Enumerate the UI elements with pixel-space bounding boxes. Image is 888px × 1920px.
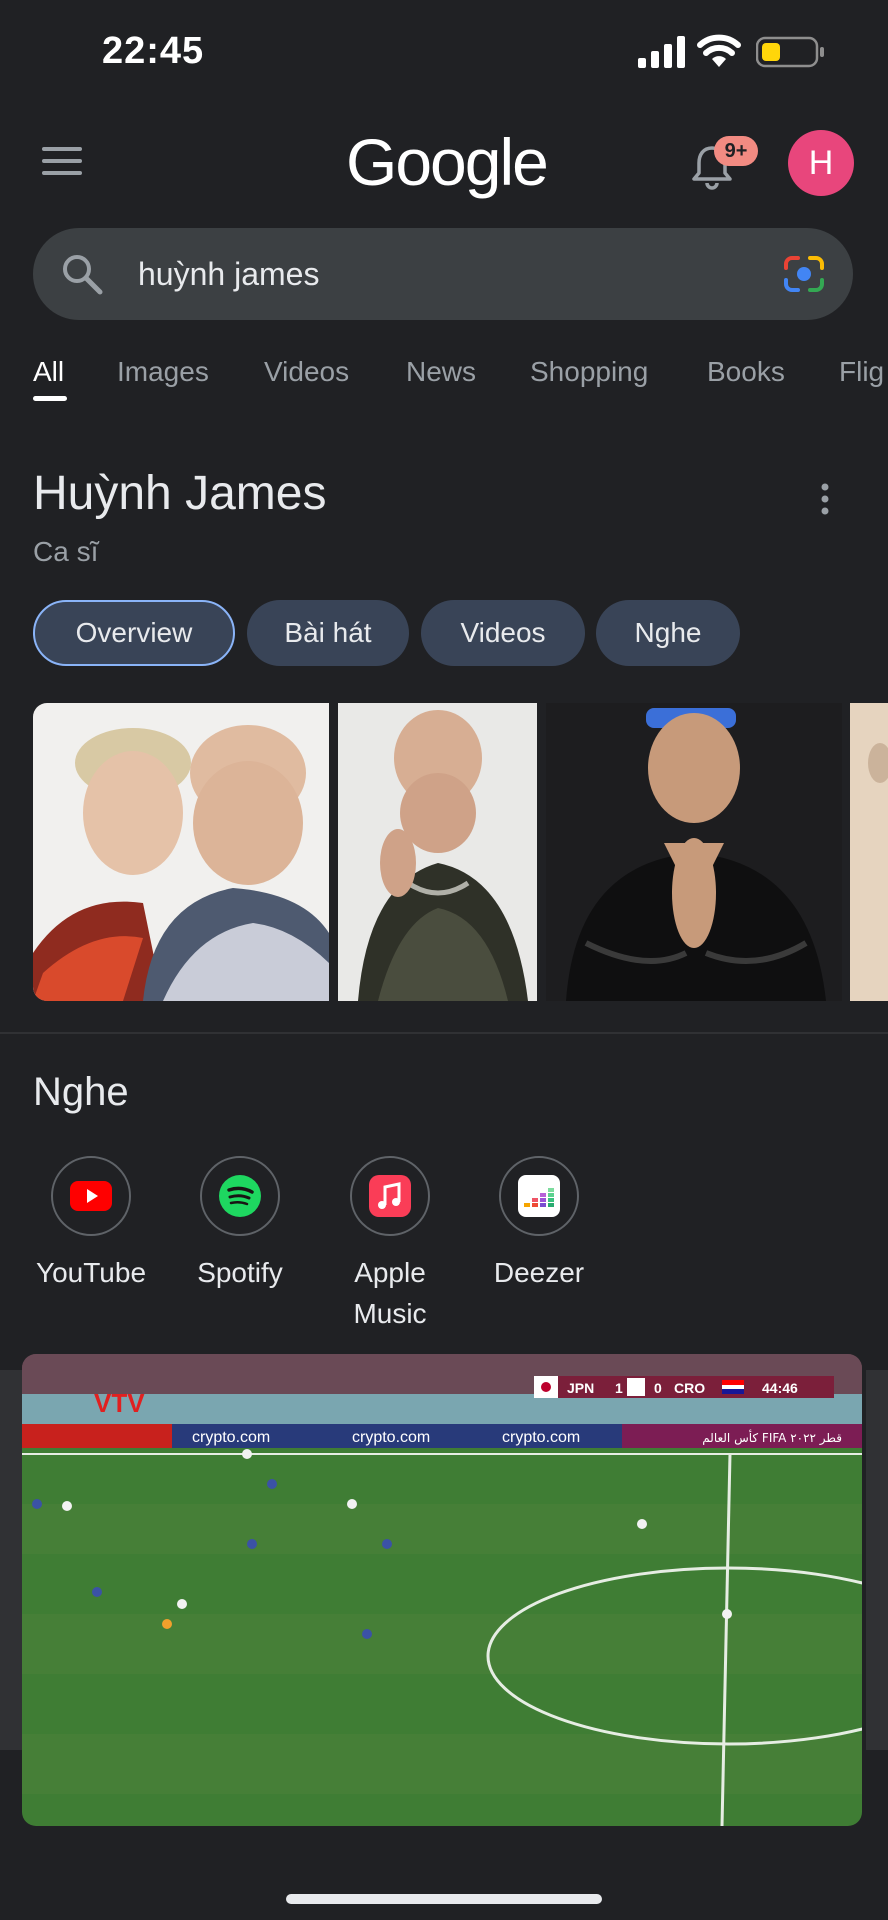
background-panel bbox=[0, 1370, 22, 1750]
ad-board-text: crypto.com bbox=[192, 1429, 270, 1446]
menu-icon[interactable] bbox=[42, 146, 82, 176]
active-tab-indicator bbox=[33, 396, 67, 401]
score-team1: JPN bbox=[567, 1380, 594, 1396]
tab-news[interactable]: News bbox=[406, 356, 476, 388]
more-options-icon[interactable] bbox=[812, 482, 838, 516]
video-player[interactable]: crypto.com crypto.com crypto.com كأس الع… bbox=[22, 1354, 862, 1826]
apple-music-icon bbox=[350, 1156, 430, 1236]
service-label: Spotify bbox=[197, 1257, 283, 1288]
service-deezer[interactable]: Deezer bbox=[469, 1156, 609, 1293]
ad-board-text: crypto.com bbox=[352, 1429, 430, 1446]
entity-title: Huỳnh James bbox=[33, 467, 327, 520]
score-team2: CRO bbox=[674, 1380, 705, 1396]
entity-image-2[interactable] bbox=[338, 703, 537, 1001]
score-value2: 0 bbox=[654, 1380, 662, 1396]
tab-videos[interactable]: Videos bbox=[264, 356, 349, 388]
battery-icon bbox=[756, 36, 824, 68]
youtube-icon bbox=[51, 1156, 131, 1236]
section-divider bbox=[0, 1032, 888, 1034]
tab-images[interactable]: Images bbox=[117, 356, 209, 388]
channel-logo: VTV bbox=[94, 1388, 145, 1418]
listen-section-title: Nghe bbox=[33, 1070, 129, 1114]
google-logo[interactable]: Google bbox=[346, 124, 549, 200]
service-label: Apple Music bbox=[353, 1257, 427, 1329]
score-clock: 44:46 bbox=[762, 1380, 798, 1396]
tab-flights[interactable]: Flig bbox=[839, 356, 888, 388]
chip-videos[interactable]: Videos bbox=[421, 600, 585, 666]
tab-books[interactable]: Books bbox=[707, 356, 785, 388]
score-value1: 1 bbox=[615, 1380, 623, 1396]
google-lens-icon[interactable] bbox=[782, 254, 826, 294]
notification-badge: 9+ bbox=[714, 136, 758, 166]
background-panel bbox=[866, 1370, 888, 1750]
search-query-text[interactable]: huỳnh james bbox=[138, 256, 319, 293]
spotify-icon bbox=[200, 1156, 280, 1236]
ad-board-text: crypto.com bbox=[502, 1429, 580, 1446]
chip-nghe[interactable]: Nghe bbox=[596, 600, 740, 666]
signal-icon bbox=[638, 36, 685, 68]
deezer-icon bbox=[499, 1156, 579, 1236]
home-indicator[interactable] bbox=[286, 1894, 602, 1904]
wifi-icon bbox=[697, 34, 741, 67]
service-apple-music[interactable]: Apple Music bbox=[320, 1156, 460, 1334]
entity-image-1[interactable] bbox=[33, 703, 329, 1001]
tab-all[interactable]: All bbox=[33, 356, 64, 388]
service-label: Deezer bbox=[493, 1257, 585, 1288]
entity-image-4[interactable] bbox=[850, 703, 888, 1001]
account-avatar[interactable]: H bbox=[788, 130, 854, 196]
search-icon bbox=[63, 255, 103, 295]
status-time: 22:45 bbox=[102, 30, 205, 72]
service-youtube[interactable]: YouTube bbox=[21, 1156, 161, 1293]
service-label: YouTube bbox=[35, 1257, 147, 1288]
chip-overview[interactable]: Overview bbox=[33, 600, 235, 666]
tab-shopping[interactable]: Shopping bbox=[530, 356, 648, 388]
service-spotify[interactable]: Spotify bbox=[170, 1156, 310, 1293]
entity-image-3[interactable] bbox=[546, 703, 842, 1001]
banner-arabic-text: كأس العالم FIFA قطر ٢٠٢٢ bbox=[702, 1429, 842, 1446]
chip-bai-hat[interactable]: Bài hát bbox=[247, 600, 409, 666]
entity-subtitle: Ca sĩ bbox=[33, 536, 99, 567]
